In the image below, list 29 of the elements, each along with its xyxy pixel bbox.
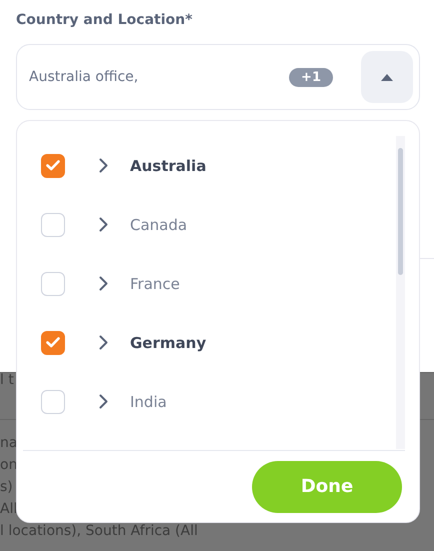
dropdown-toggle[interactable] [361, 51, 413, 103]
country-name[interactable]: Germany [130, 334, 206, 352]
checkbox[interactable] [41, 390, 65, 414]
location-select[interactable]: Australia office, +1 [16, 44, 420, 110]
country-name[interactable]: India [130, 392, 167, 410]
scrollbar[interactable] [396, 136, 405, 449]
checkbox[interactable] [41, 154, 65, 178]
country-name[interactable]: Canada [130, 216, 188, 234]
checkbox[interactable] [41, 212, 65, 236]
background-text: All [0, 500, 18, 519]
chevron-right-icon[interactable] [99, 276, 108, 291]
check-icon [46, 337, 60, 348]
chevron-right-icon[interactable] [99, 394, 108, 409]
caret-up-icon [380, 72, 394, 82]
country-name[interactable]: Australia [130, 156, 206, 174]
chevron-right-icon[interactable] [99, 335, 108, 350]
chevron-right-icon[interactable] [99, 158, 108, 173]
background-text: l t [0, 373, 14, 387]
field-label: Country and Location* [16, 12, 192, 28]
background-text: l locations), South Africa (All [0, 522, 198, 541]
background-text: s) [0, 478, 13, 497]
check-icon [46, 160, 60, 171]
selected-value: Australia office, [29, 69, 140, 85]
checkbox[interactable] [41, 272, 65, 296]
count-badge: +1 [289, 68, 333, 86]
chevron-right-icon[interactable] [99, 217, 108, 232]
background-text: na [0, 434, 18, 453]
checkbox[interactable] [41, 330, 65, 354]
country-name[interactable]: France [130, 274, 180, 292]
